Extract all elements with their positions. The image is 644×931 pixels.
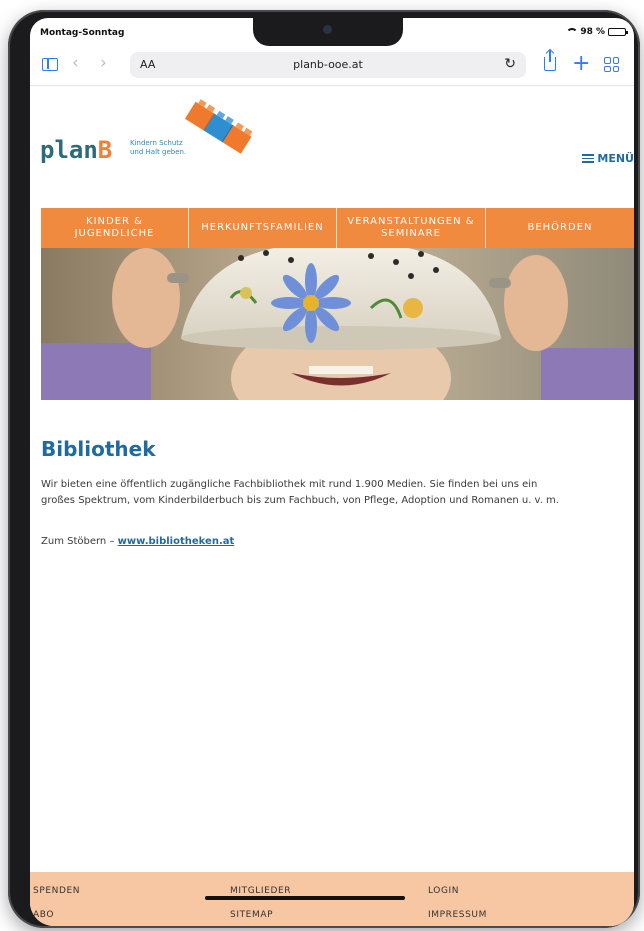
forward-icon[interactable]: › <box>100 55 107 72</box>
footer-link-mitglieder[interactable]: MITGLIEDER <box>230 886 291 896</box>
browse-prefix: Zum Stöbern – <box>41 536 118 547</box>
reload-icon[interactable]: ↻ <box>504 56 516 72</box>
footer-link-sitemap[interactable]: SITEMAP <box>230 910 273 920</box>
hero-photo <box>41 248 634 400</box>
browse-line: Zum Stöbern – www.bibliotheken.at <box>41 536 234 547</box>
status-carrier: Montag-Sonntag <box>40 28 125 38</box>
menu-button[interactable]: MENÜ <box>582 152 634 165</box>
camera-icon <box>323 25 332 34</box>
library-description: Wir bieten eine öffentlich zugängliche F… <box>41 479 559 506</box>
sidebar-icon[interactable] <box>42 58 58 71</box>
lego-bricks-logo <box>184 99 253 154</box>
back-icon[interactable]: ‹ <box>72 55 79 72</box>
footer-link-impressum[interactable]: IMPRESSUM <box>428 910 487 920</box>
logo-prefix: plan <box>40 136 98 164</box>
plus-icon[interactable]: + <box>572 53 590 75</box>
footer-link-abo[interactable]: ABO <box>33 910 54 920</box>
logo-wordmark: planB <box>40 136 112 164</box>
page-title: Bibliothek <box>41 437 156 461</box>
main-navigation: KINDER & JUGENDLICHE HERKUNFTSFAMILIEN V… <box>41 208 634 248</box>
share-icon[interactable] <box>544 50 556 71</box>
nav-item-veranstaltungen-seminare[interactable]: VERANSTALTUNGEN & SEMINARE <box>337 208 486 248</box>
url-text: planb-ooe.at <box>293 58 363 71</box>
home-indicator[interactable] <box>205 896 405 900</box>
battery-percent: 98 % <box>580 27 605 37</box>
wifi-icon <box>565 27 579 37</box>
browser-toolbar: ‹ › AA planb-ooe.at ↻ + <box>30 45 634 85</box>
nav-item-herkunftsfamilien[interactable]: HERKUNFTSFAMILIEN <box>189 208 337 248</box>
nav-item-kinder-jugendliche[interactable]: KINDER & JUGENDLICHE <box>41 208 189 248</box>
screen: Montag-Sonntag 98 % ‹ › AA planb-ooe.at … <box>30 18 634 926</box>
nav-item-behoerden[interactable]: BEHÖRDEN <box>486 208 634 248</box>
web-page: planB Kindern Schutz und Halt geben. MEN… <box>30 86 634 926</box>
footer-link-login[interactable]: LOGIN <box>428 886 459 896</box>
footer-link-spenden[interactable]: SPENDEN <box>33 886 80 896</box>
status-indicators: 98 % <box>565 27 628 37</box>
menu-label: MENÜ <box>597 152 634 165</box>
hero-image <box>41 248 634 400</box>
address-bar[interactable]: AA planb-ooe.at ↻ <box>130 52 526 78</box>
tagline-line1: Kindern Schutz <box>130 139 183 147</box>
logo-suffix: B <box>97 136 113 164</box>
battery-icon <box>608 28 628 36</box>
bibliotheken-link[interactable]: www.bibliotheken.at <box>118 536 235 547</box>
tabs-icon[interactable] <box>604 57 619 72</box>
hamburger-icon <box>582 154 595 163</box>
